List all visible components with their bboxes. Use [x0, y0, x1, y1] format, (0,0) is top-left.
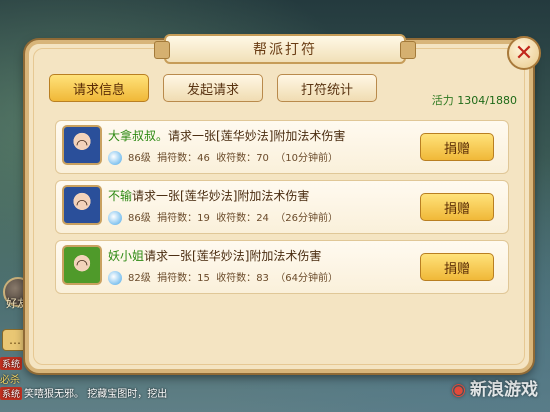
avatar: ◠: [62, 185, 102, 225]
request-desc: 请求一张[莲华妙法]附加法术伤害: [132, 189, 310, 203]
avatar-face-icon: ◠: [75, 137, 89, 153]
player-level: 86级: [128, 153, 151, 164]
donated-label: 捐符数：: [157, 273, 198, 284]
request-stats: 82级 捐符数：15 收符数：83 （64分钟前）: [108, 269, 338, 285]
donate-button[interactable]: 捐赠: [420, 193, 494, 221]
avatar: ◠: [62, 125, 102, 165]
request-text: 妖小姐请求一张[莲华妙法]附加法术伤害: [108, 247, 321, 264]
request-desc: 请求一张[莲华妙法]附加法术伤害: [144, 249, 322, 263]
sina-logo-icon: ◉: [451, 380, 466, 400]
avatar-face-icon: ◠: [75, 197, 89, 213]
close-icon: ✕: [514, 40, 534, 66]
tab-make-request[interactable]: 发起请求: [163, 74, 263, 102]
request-time: （64分钟前）: [275, 273, 339, 284]
tab-talisman-stats[interactable]: 打符统计: [277, 74, 377, 102]
chat-tag: 系统: [0, 387, 23, 400]
vitality-display: 活力 1304/1880: [432, 92, 517, 108]
close-button[interactable]: ✕: [507, 36, 541, 70]
donated-label: 捐符数：: [157, 213, 198, 224]
watermark-text: 新浪游戏: [470, 380, 538, 400]
donated-count: 46: [197, 153, 210, 164]
sect-icon: [108, 151, 122, 165]
donated-count: 15: [197, 273, 210, 284]
player-name[interactable]: 妖小姐: [108, 249, 144, 263]
list-item: ◠ 不输请求一张[莲华妙法]附加法术伤害 86级 捐符数：19 收符数：24 （…: [55, 180, 509, 234]
sect-icon: [108, 271, 122, 285]
chat-tag: 系统: [0, 357, 23, 370]
chat-line-3: 系统 笑嘻狠无邪。 挖藏宝图时，挖出: [0, 385, 168, 400]
received-label: 收符数：: [216, 213, 257, 224]
received-label: 收符数：: [216, 273, 257, 284]
received-count: 24: [256, 213, 269, 224]
donate-button[interactable]: 捐赠: [420, 133, 494, 161]
tab-request-info[interactable]: 请求信息: [49, 74, 149, 102]
dialog-title: 帮派打符: [154, 34, 416, 64]
chat-line-1: 系统: [0, 357, 24, 371]
request-stats: 86级 捐符数：19 收符数：24 （26分钟前）: [108, 209, 338, 225]
list-item: ◠ 大拿叔叔。请求一张[莲华妙法]附加法术伤害 86级 捐符数：46 收符数：7…: [55, 120, 509, 174]
received-label: 收符数：: [216, 153, 257, 164]
donated-count: 19: [197, 213, 210, 224]
chat-line-2: 必杀: [0, 371, 20, 386]
player-name[interactable]: 大拿叔叔。: [108, 129, 168, 143]
avatar: ◠: [62, 245, 102, 285]
vitality-label: 活力: [431, 94, 454, 107]
player-level: 86级: [128, 213, 151, 224]
request-text: 大拿叔叔。请求一张[莲华妙法]附加法术伤害: [108, 127, 345, 144]
player-level: 82级: [128, 273, 151, 284]
request-time: （26分钟前）: [275, 213, 339, 224]
request-desc: 请求一张[莲华妙法]附加法术伤害: [168, 129, 346, 143]
sect-icon: [108, 211, 122, 225]
request-time: （10分钟前）: [275, 153, 339, 164]
player-name[interactable]: 不输: [108, 189, 132, 203]
received-count: 83: [256, 273, 269, 284]
guild-talisman-dialog: 帮派打符 ✕ 请求信息 发起请求 打符统计 活力 1304/1880 ◠ 大拿叔…: [25, 34, 541, 373]
received-count: 70: [256, 153, 269, 164]
request-text: 不输请求一张[莲华妙法]附加法术伤害: [108, 187, 309, 204]
donated-label: 捐符数：: [157, 153, 198, 164]
request-stats: 86级 捐符数：46 收符数：70 （10分钟前）: [108, 149, 338, 165]
donate-button[interactable]: 捐赠: [420, 253, 494, 281]
chat-text: 笑嘻狠无邪。 挖藏宝图时，挖出: [24, 389, 168, 400]
vitality-value: 1304/1880: [457, 94, 517, 107]
list-item: ◠ 妖小姐请求一张[莲华妙法]附加法术伤害 82级 捐符数：15 收符数：83 …: [55, 240, 509, 294]
watermark: ◉ 新浪游戏: [451, 375, 538, 400]
avatar-face-icon: ◠: [75, 257, 89, 273]
